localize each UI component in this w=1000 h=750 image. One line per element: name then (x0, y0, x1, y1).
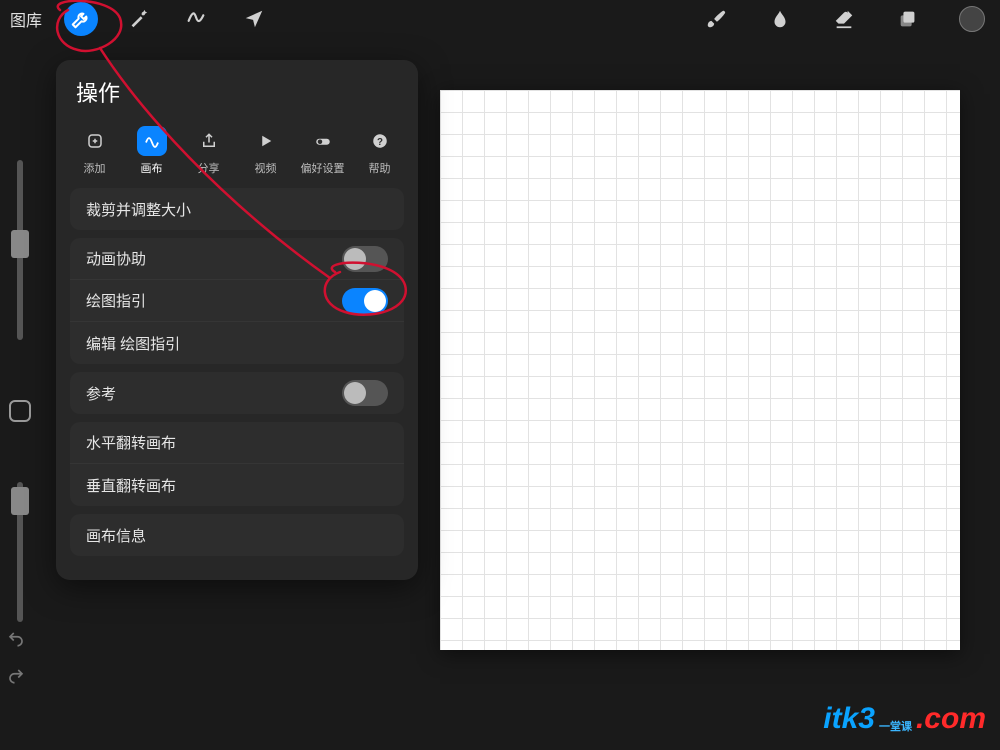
opacity-slider[interactable] (17, 482, 23, 622)
wrench-icon[interactable] (64, 2, 98, 36)
tab-canvas[interactable]: 画布 (125, 126, 179, 176)
modifier-button[interactable] (9, 400, 31, 422)
watermark-suffix: .com (916, 702, 986, 736)
toggle-animation-assist[interactable] (342, 246, 388, 272)
toggle-drawing-guide[interactable] (342, 288, 388, 314)
tab-add-label: 添加 (84, 160, 106, 176)
panel-tabs: 添加 画布 分享 视频 偏好设置 ? 帮助 (56, 120, 418, 188)
row-flip-v-label: 垂直翻转画布 (86, 475, 176, 496)
watermark: itk3 一堂课 .com (823, 702, 986, 736)
color-picker[interactable] (954, 1, 990, 37)
tab-video[interactable]: 视频 (239, 126, 293, 176)
tab-help-label: 帮助 (369, 160, 391, 176)
row-reference[interactable]: 参考 (70, 372, 404, 414)
row-flip-horizontal[interactable]: 水平翻转画布 (70, 422, 404, 464)
svg-text:?: ? (377, 137, 383, 148)
drawing-canvas[interactable] (440, 90, 960, 650)
row-anim-label: 动画协助 (86, 248, 146, 269)
layers-icon[interactable] (890, 1, 926, 37)
row-guide-label: 绘图指引 (86, 290, 146, 311)
eraser-icon[interactable] (826, 1, 862, 37)
row-crop-label: 裁剪并调整大小 (86, 199, 191, 220)
wand-icon[interactable] (120, 1, 156, 37)
gallery-button[interactable]: 图库 (10, 7, 42, 31)
brush-icon[interactable] (698, 1, 734, 37)
tab-canvas-label: 画布 (141, 160, 163, 176)
row-reference-label: 参考 (86, 383, 116, 404)
row-edit-drawing-guide[interactable]: 编辑 绘图指引 (70, 322, 404, 364)
tab-share[interactable]: 分享 (182, 126, 236, 176)
row-canvas-info[interactable]: 画布信息 (70, 514, 404, 556)
row-drawing-guide[interactable]: 绘图指引 (70, 280, 404, 322)
row-info-label: 画布信息 (86, 525, 146, 546)
selection-icon[interactable] (178, 1, 214, 37)
row-animation-assist[interactable]: 动画协助 (70, 238, 404, 280)
row-flip-vertical[interactable]: 垂直翻转画布 (70, 464, 404, 506)
tab-share-label: 分享 (198, 160, 220, 176)
tab-video-label: 视频 (255, 160, 277, 176)
actions-panel: 操作 添加 画布 分享 视频 偏好设置 ? 帮助 裁剪并调整大小 (56, 60, 418, 580)
row-crop-resize[interactable]: 裁剪并调整大小 (70, 188, 404, 230)
toggle-reference[interactable] (342, 380, 388, 406)
color-swatch-icon (959, 6, 985, 32)
top-toolbar: 图库 (0, 0, 1000, 38)
watermark-brand: itk3 (823, 702, 875, 736)
redo-button[interactable] (5, 667, 27, 690)
row-guide-edit-label: 编辑 绘图指引 (86, 333, 180, 354)
undo-button[interactable] (5, 630, 27, 653)
brush-size-slider[interactable] (17, 160, 23, 340)
tab-prefs[interactable]: 偏好设置 (296, 126, 350, 176)
row-flip-h-label: 水平翻转画布 (86, 432, 176, 453)
watermark-cn: 一堂课 (879, 721, 912, 733)
smudge-icon[interactable] (762, 1, 798, 37)
tab-prefs-label: 偏好设置 (301, 160, 345, 176)
tab-help[interactable]: ? 帮助 (353, 126, 407, 176)
tab-add[interactable]: 添加 (68, 126, 122, 176)
move-icon[interactable] (236, 1, 272, 37)
panel-title: 操作 (56, 76, 418, 120)
